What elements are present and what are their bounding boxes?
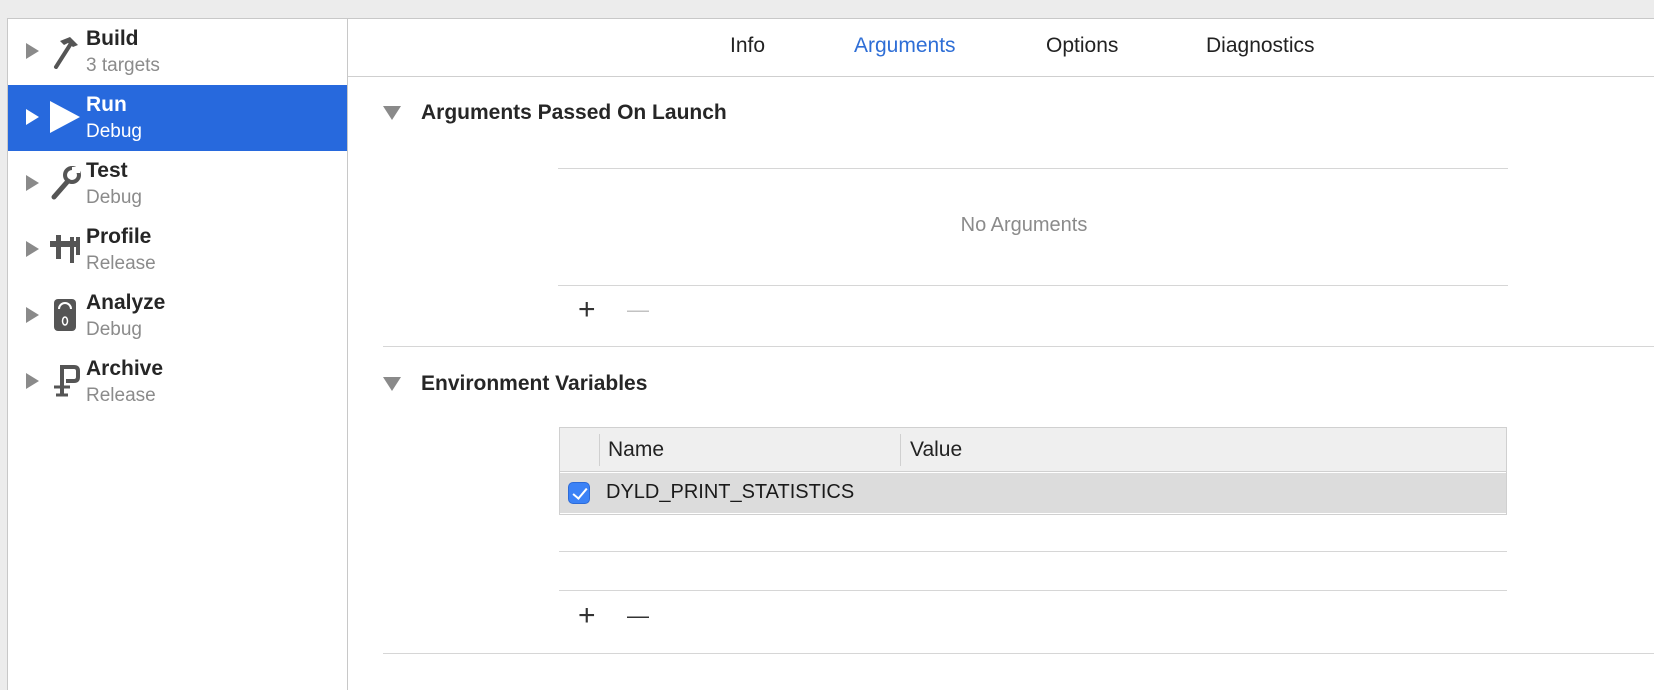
section-title-environment: Environment Variables [421,372,648,395]
sidebar-item-title: Archive [86,357,164,380]
sidebar-item-test[interactable]: Test Debug [8,151,347,217]
column-separator [599,434,600,466]
tab-arguments[interactable]: Arguments [854,34,956,58]
environment-variables-table: Name Value DYLD_PRINT_STATISTICS [559,427,1507,515]
empty-state-text: No Arguments [960,214,1088,236]
disclosure-triangle-icon[interactable] [26,175,39,191]
disclosure-triangle-icon[interactable] [26,43,39,59]
sidebar-item-subtitle: Debug [86,187,142,208]
scheme-editor-window: Build 3 targets Run Debug Test Debug Pro… [7,18,1654,690]
sidebar-item-title: Run [86,93,127,116]
sidebar-item-analyze[interactable]: Analyze Debug [8,283,347,349]
enabled-checkbox[interactable] [568,482,590,504]
sidebar-item-subtitle: Debug [86,121,142,142]
caliper-icon [50,235,80,263]
meter-icon [54,299,76,331]
scheme-action-sidebar: Build 3 targets Run Debug Test Debug Pro… [8,19,348,690]
section-divider [383,346,1654,347]
divider [558,168,1508,169]
hammer-icon [54,37,78,69]
sidebar-item-profile[interactable]: Profile Release [8,217,347,283]
wrench-icon [51,166,81,200]
sidebar-item-subtitle: Release [86,385,156,406]
disclosure-triangle-icon[interactable] [26,373,39,389]
section-title-arguments: Arguments Passed On Launch [421,101,727,124]
disclosure-triangle-icon[interactable] [26,307,39,323]
play-icon [50,101,80,133]
sidebar-item-title: Profile [86,225,152,248]
divider [559,590,1507,591]
remove-variable-button[interactable]: — [627,601,649,631]
sidebar-item-title: Test [86,159,128,182]
disclosure-triangle-icon[interactable] [26,109,39,125]
column-header-value[interactable]: Value [910,438,962,462]
column-header-name[interactable]: Name [608,438,664,462]
sidebar-item-subtitle: 3 targets [86,55,160,76]
divider [558,285,1508,286]
tab-options[interactable]: Options [1046,34,1118,58]
variable-name[interactable]: DYLD_PRINT_STATISTICS [606,481,854,504]
disclosure-triangle-icon[interactable] [26,241,39,257]
table-header: Name Value [560,428,1506,472]
tab-info[interactable]: Info [730,34,765,58]
add-argument-button[interactable]: + [578,295,596,325]
sidebar-item-archive[interactable]: Archive Release [8,349,347,415]
tab-bar: Info Arguments Options Diagnostics [348,19,1654,77]
sidebar-item-title: Analyze [86,291,166,314]
collapse-triangle-icon[interactable] [383,106,401,120]
remove-argument-button[interactable]: — [627,295,649,325]
sidebar-item-subtitle: Debug [86,319,142,340]
sidebar-item-build[interactable]: Build 3 targets [8,19,347,85]
sidebar-item-title: Build [86,27,139,50]
tab-diagnostics[interactable]: Diagnostics [1206,34,1315,58]
column-separator [900,434,901,466]
sidebar-item-subtitle: Release [86,253,156,274]
add-variable-button[interactable]: + [578,601,596,631]
table-row[interactable]: DYLD_PRINT_STATISTICS [560,473,1506,513]
sidebar-item-run[interactable]: Run Debug [8,85,347,151]
clamp-icon [54,365,80,397]
scheme-detail-panel: Info Arguments Options Diagnostics Argum… [348,19,1654,690]
collapse-triangle-icon[interactable] [383,377,401,391]
section-divider [383,653,1654,654]
divider [559,551,1507,552]
